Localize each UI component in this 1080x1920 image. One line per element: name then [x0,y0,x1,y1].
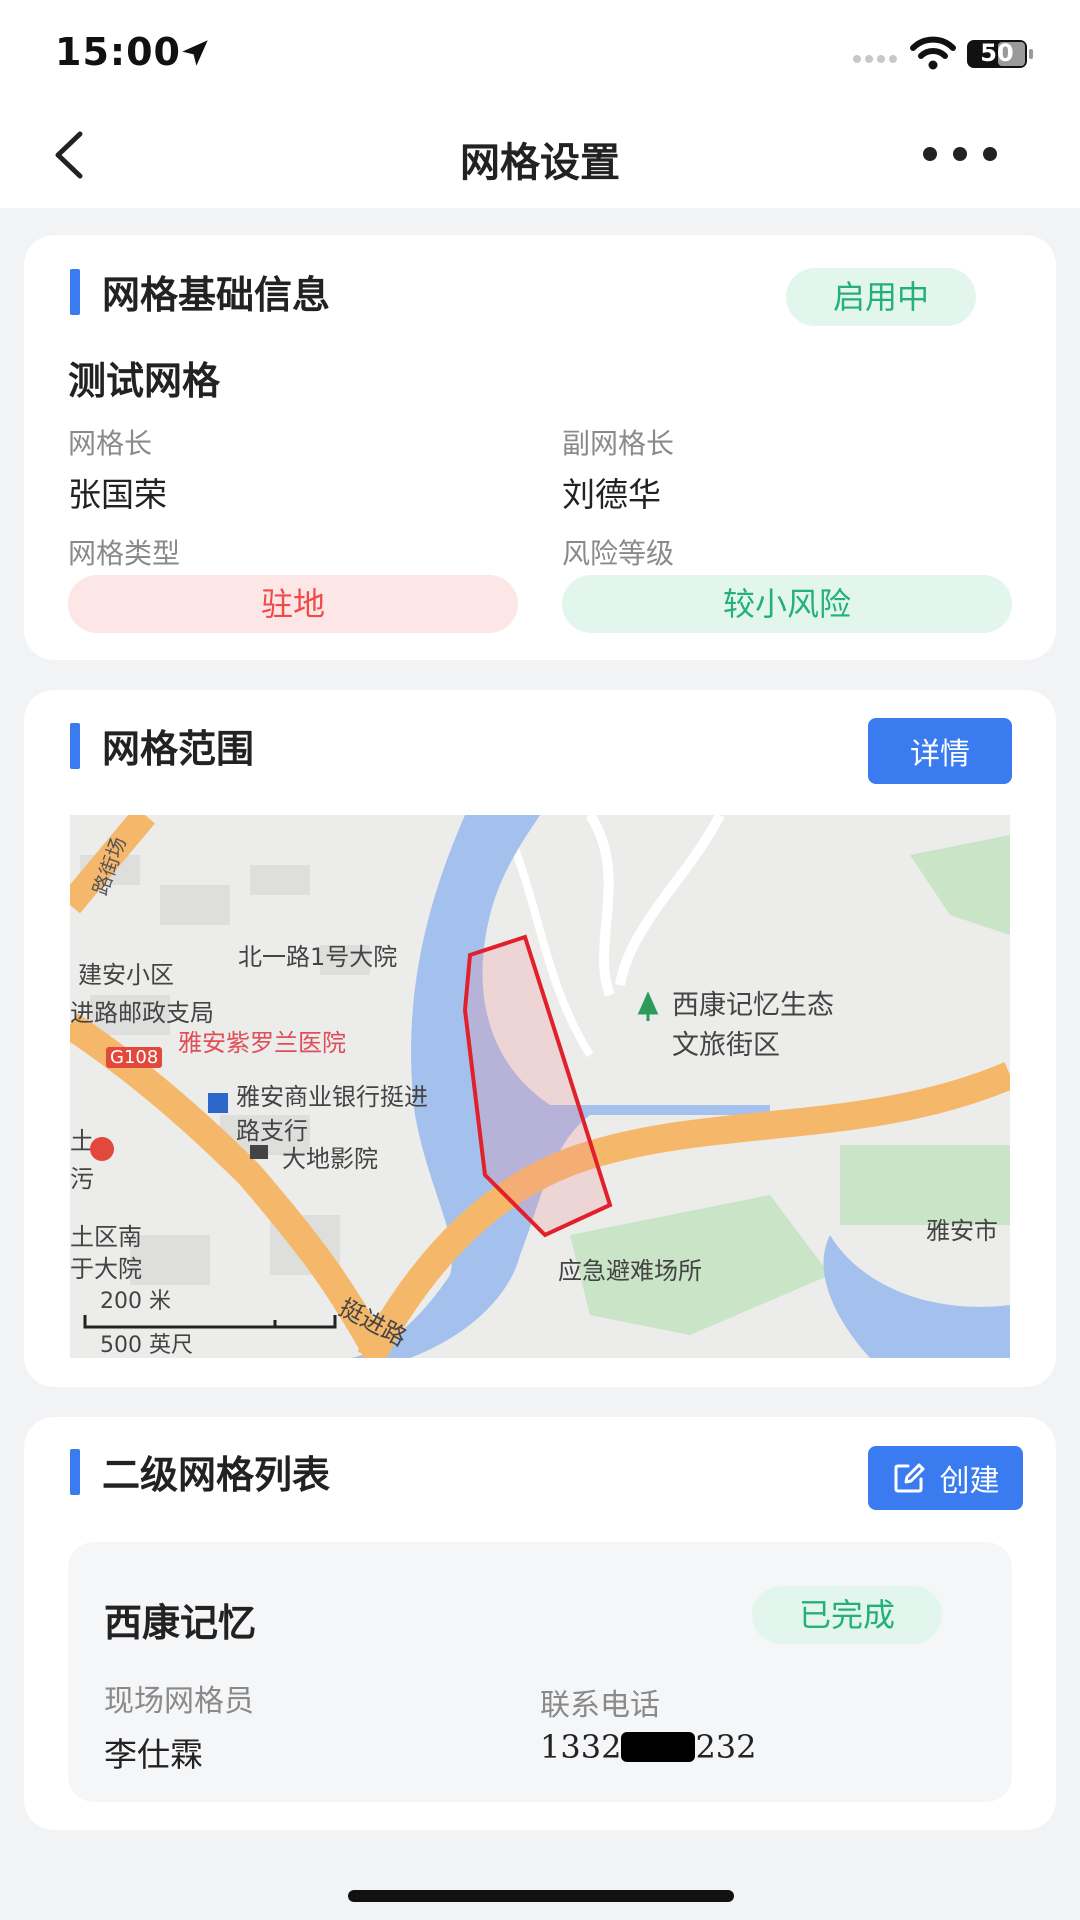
risk-level-label: 风险等级 [562,537,675,570]
section-accent-bar [70,1448,80,1495]
basic-info-section-title: 网格基础信息 [70,264,330,319]
grid-range-title-text: 网格范围 [102,727,255,771]
edit-icon [894,1463,924,1493]
phone-suffix: 232 [695,1728,757,1766]
map-label-bank-line1: 雅安商业银行挺进 [236,1083,428,1111]
home-indicator [348,1890,734,1902]
map-label-left-2: 污 [70,1165,94,1193]
battery-level: 50 [980,39,1014,67]
grid-type-badge: 驻地 [68,575,518,633]
map-label-building: 北一路1号大院 [238,943,398,971]
phone-prefix: 1332 [540,1728,622,1766]
risk-level-badge: 较小风险 [562,575,1012,633]
section-accent-bar [70,722,80,769]
map-label-district-line1: 土区南 [70,1223,142,1251]
map-label-city: 雅安市 [926,1217,998,1245]
sub-grid-name: 西康记忆 [104,1601,257,1645]
map-label-cinema: 大地影院 [282,1145,378,1173]
deputy-label: 副网格长 [562,427,675,460]
wifi-icon [910,36,956,70]
map-canvas [70,815,1010,1358]
map-label-scenic-line2: 文旅街区 [672,1030,780,1061]
sub-grid-title-text: 二级网格列表 [102,1453,331,1497]
create-button-label: 创建 [939,1464,1000,1499]
map-label-highway: G108 [106,1047,163,1068]
sub-grid-status-badge: 已完成 [752,1586,942,1644]
battery-icon: 50 [966,38,1036,70]
basic-info-title-text: 网格基础信息 [102,273,331,317]
create-button[interactable]: 创建 [868,1446,1023,1510]
cellular-signal-icon [853,55,897,63]
map-scale-imperial: 500 英尺 [100,1333,193,1358]
cinema-icon [250,1145,268,1159]
more-icon[interactable] [920,140,1000,168]
map-label-shelter: 应急避难场所 [558,1257,702,1285]
staff-label: 现场网格员 [104,1684,254,1719]
leader-label: 网格长 [68,427,153,460]
map-label-district-line2: 于大院 [70,1255,142,1283]
grid-name: 测试网格 [68,359,221,403]
sub-grid-section-title: 二级网格列表 [70,1444,330,1499]
leader-value: 张国荣 [68,475,167,514]
map-label-residential: 建安小区 [78,961,174,989]
deputy-value: 刘德华 [562,475,661,514]
status-time: 15:00 [55,30,181,74]
section-accent-bar [70,268,80,315]
grid-type-label: 网格类型 [68,537,181,570]
map-label-hospital: 雅安紫罗兰医院 [178,1029,346,1057]
phone-label: 联系电话 [540,1688,660,1723]
page-title: 网格设置 [460,140,620,186]
grid-status-badge: 启用中 [786,268,976,326]
grid-range-section-title: 网格范围 [70,718,254,773]
map-label-scenic-line1: 西康记忆生态 [672,990,834,1021]
staff-value: 李仕霖 [104,1735,203,1774]
location-arrow-icon [182,40,208,66]
hospital-cross-icon [90,1137,114,1161]
map-scale-metric: 200 米 [100,1289,171,1314]
phone-value: 1332 232 [540,1728,757,1766]
detail-button[interactable]: 详情 [868,718,1012,784]
grid-range-map[interactable]: 路街场 建安小区 北一路1号大院 进路邮政支局 雅安紫罗兰医院 G108 雅安商… [70,815,1010,1358]
phone-redaction [621,1732,696,1762]
bank-icon [208,1093,228,1113]
